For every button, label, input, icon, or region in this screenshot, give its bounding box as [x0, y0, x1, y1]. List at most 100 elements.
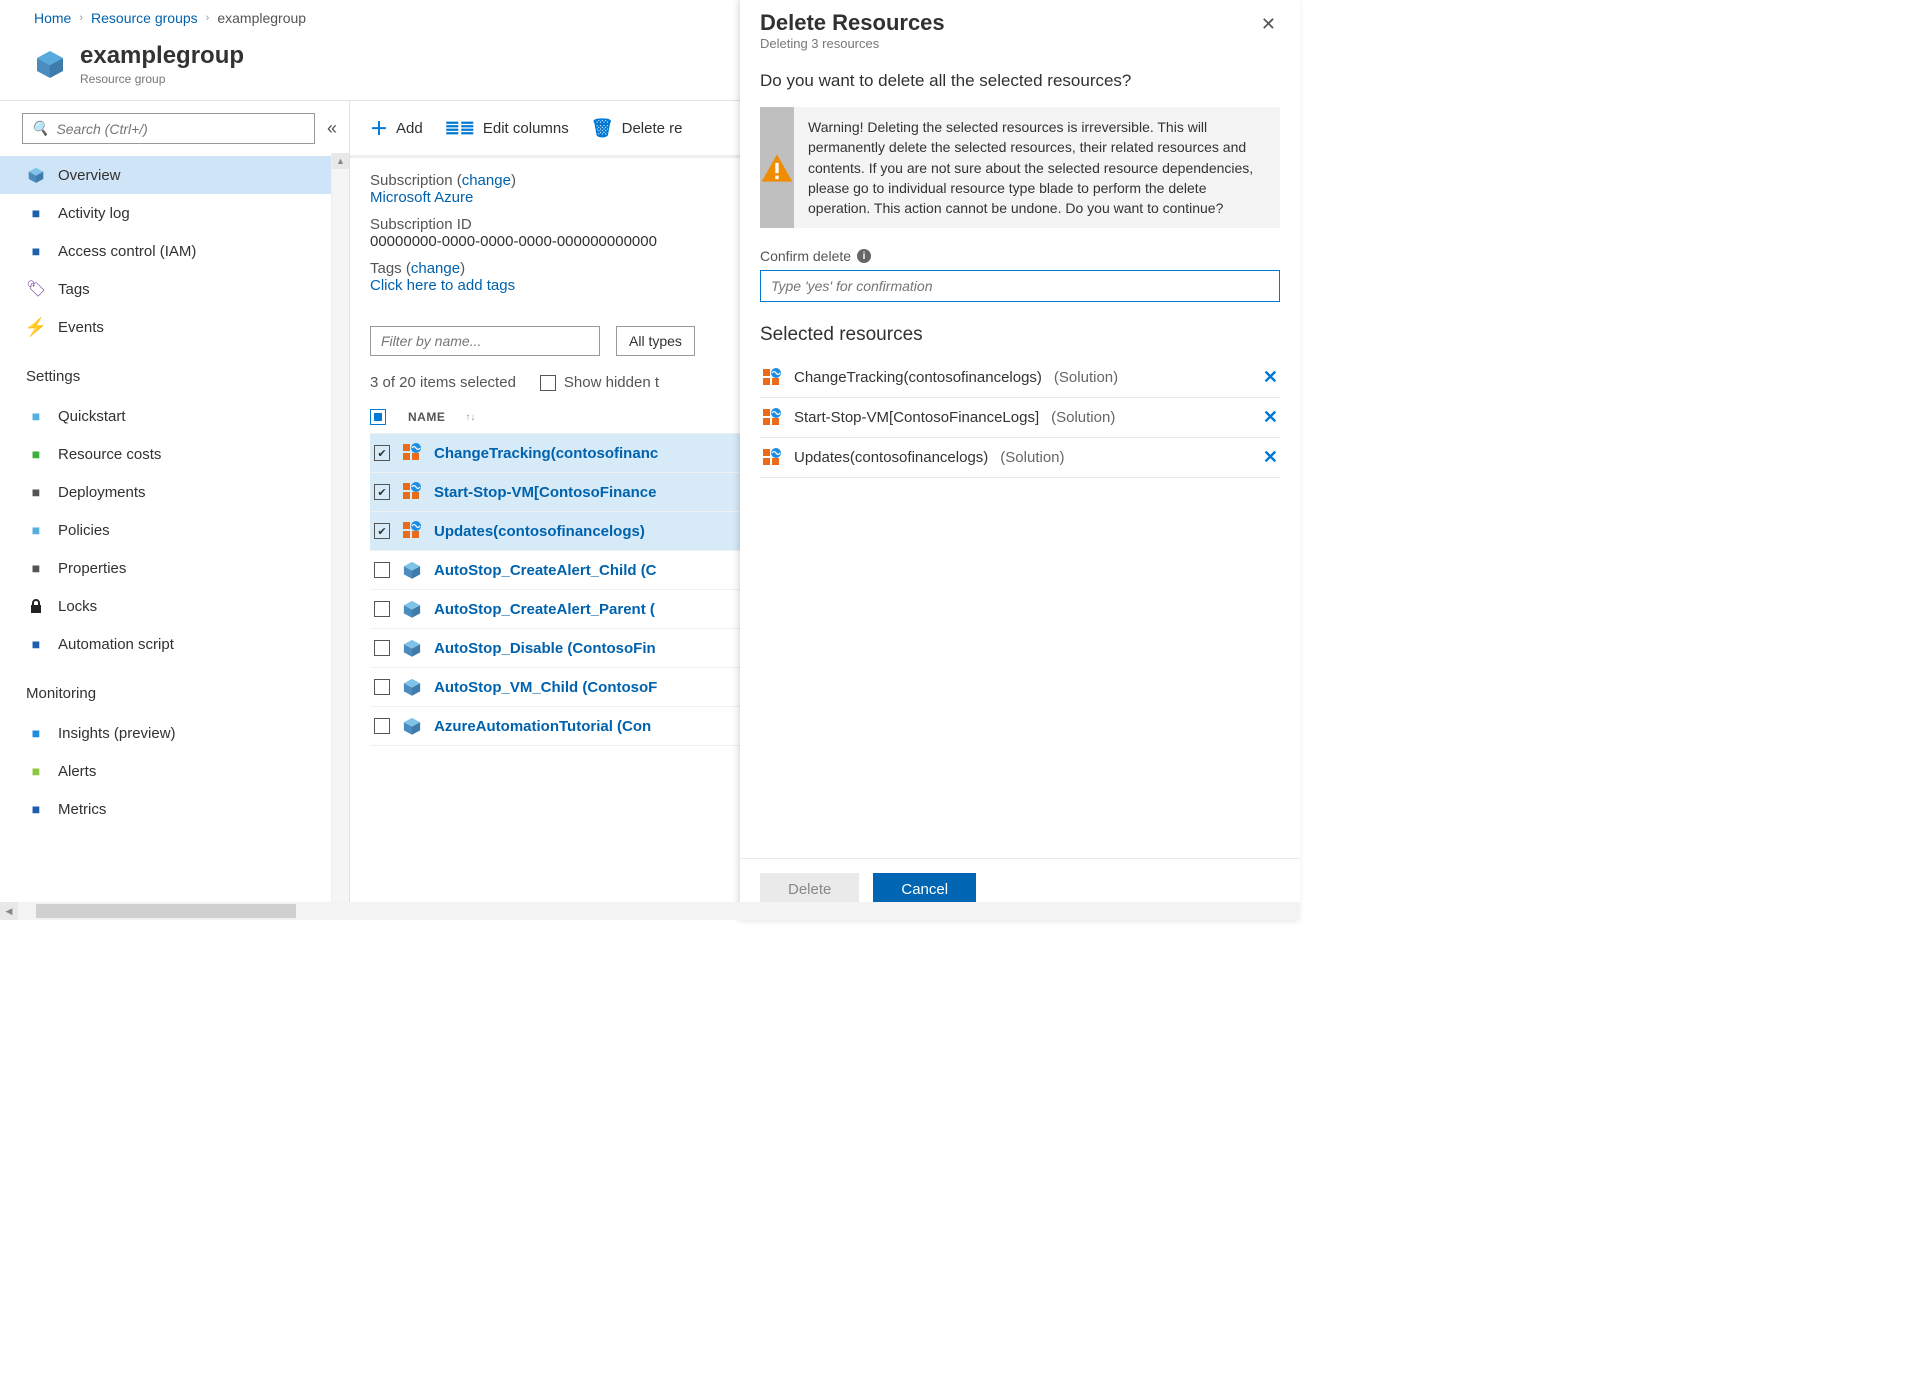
row-checkbox[interactable]	[374, 562, 390, 578]
cost-icon: ■	[26, 444, 46, 464]
iam-icon: ■	[26, 241, 46, 261]
sidebar-settings-header: Settings	[0, 350, 349, 393]
row-checkbox[interactable]	[374, 640, 390, 656]
row-checkbox[interactable]	[374, 445, 390, 461]
warning-text: Warning! Deleting the selected resources…	[794, 107, 1280, 228]
resource-type-icon	[762, 368, 782, 388]
resource-group-icon	[34, 48, 66, 80]
scroll-thumb[interactable]	[36, 904, 296, 918]
sidebar-item-metrics[interactable]: ■Metrics	[0, 790, 331, 828]
search-placeholder: Search (Ctrl+/)	[56, 121, 147, 137]
sidebar-item-label: Policies	[58, 522, 110, 539]
resource-type-icon	[762, 448, 782, 468]
sidebar-item-activity-log[interactable]: ■Activity log	[0, 194, 331, 232]
select-all-checkbox[interactable]	[370, 409, 386, 425]
sidebar-scrollbar[interactable]: ▲ ▼	[331, 153, 349, 920]
collapse-sidebar-icon[interactable]: «	[327, 118, 337, 139]
selected-resource-type: (Solution)	[1054, 369, 1118, 386]
close-panel-button[interactable]: ✕	[1257, 10, 1280, 39]
delete-resource-group-button[interactable]: 🗑Delete re	[591, 118, 683, 139]
search-input[interactable]: 🔍 Search (Ctrl+/)	[22, 113, 315, 144]
sidebar-item-properties[interactable]: ■Properties	[0, 549, 331, 587]
breadcrumb-home[interactable]: Home	[34, 10, 71, 26]
search-icon: 🔍	[31, 120, 48, 137]
scroll-left-icon[interactable]: ◀	[0, 902, 18, 920]
resource-name[interactable]: AutoStop_CreateAlert_Child (C	[434, 562, 657, 579]
log-icon: ■	[26, 203, 46, 223]
sidebar-item-deployments[interactable]: ■Deployments	[0, 473, 331, 511]
sidebar-item-alerts[interactable]: ■Alerts	[0, 752, 331, 790]
sidebar-item-label: Resource costs	[58, 446, 161, 463]
sidebar-item-label: Alerts	[58, 763, 96, 780]
sidebar-item-overview[interactable]: Overview	[0, 156, 331, 194]
resource-name[interactable]: AutoStop_VM_Child (ContosoF	[434, 679, 657, 696]
scroll-up-icon[interactable]: ▲	[332, 153, 349, 169]
resource-name[interactable]: ChangeTracking(contosofinanc	[434, 445, 658, 462]
sidebar-item-label: Metrics	[58, 801, 106, 818]
resource-type-icon	[402, 521, 422, 541]
sidebar-item-tags[interactable]: 🏷Tags	[0, 270, 331, 308]
confirm-label: Confirm delete i	[760, 248, 1280, 264]
add-button[interactable]: ＋Add	[370, 115, 423, 141]
sidebar-monitoring-header: Monitoring	[0, 667, 349, 710]
selected-resource-item: Updates(contosofinancelogs) (Solution)✕	[760, 438, 1280, 478]
resource-name[interactable]: AzureAutomationTutorial (Con	[434, 718, 651, 735]
sidebar-item-locks[interactable]: Locks	[0, 587, 331, 625]
policy-icon: ■	[26, 520, 46, 540]
remove-selected-icon[interactable]: ✕	[1263, 407, 1278, 428]
page-subtitle: Resource group	[80, 72, 244, 86]
sidebar-item-resource-costs[interactable]: ■ Resource costs	[0, 435, 331, 473]
edit-columns-button[interactable]: ≣≣Edit columns	[445, 118, 569, 139]
breadcrumb-current: examplegroup	[217, 10, 306, 26]
add-tags-link[interactable]: Click here to add tags	[370, 277, 515, 294]
resource-name[interactable]: AutoStop_CreateAlert_Parent (	[434, 601, 655, 618]
selected-resource-name: ChangeTracking(contosofinancelogs)	[794, 369, 1042, 386]
sidebar-item-events[interactable]: ⚡Events	[0, 308, 331, 346]
row-checkbox[interactable]	[374, 601, 390, 617]
show-hidden-checkbox[interactable]	[540, 375, 556, 391]
sidebar-item-quickstart[interactable]: ■Quickstart	[0, 397, 331, 435]
sidebar-item-access-control-iam-[interactable]: ■ Access control (IAM)	[0, 232, 331, 270]
name-column-header[interactable]: NAME	[408, 410, 445, 424]
warning-icon	[760, 107, 794, 228]
selection-count: 3 of 20 items selected	[370, 374, 516, 391]
confirm-input[interactable]	[760, 270, 1280, 302]
horizontal-scrollbar[interactable]: ◀	[0, 902, 1300, 920]
selected-resource-name: Start-Stop-VM[ContosoFinanceLogs]	[794, 409, 1039, 426]
resource-type-icon	[402, 638, 422, 658]
row-checkbox[interactable]	[374, 718, 390, 734]
resource-name[interactable]: Start-Stop-VM[ContosoFinance	[434, 484, 657, 501]
resource-name[interactable]: AutoStop_Disable (ContosoFin	[434, 640, 656, 657]
row-checkbox[interactable]	[374, 523, 390, 539]
type-filter[interactable]: All types	[616, 326, 695, 356]
chevron-right-icon: ›	[206, 12, 210, 24]
remove-selected-icon[interactable]: ✕	[1263, 367, 1278, 388]
row-checkbox[interactable]	[374, 679, 390, 695]
warning-box: Warning! Deleting the selected resources…	[760, 107, 1280, 228]
sidebar-item-label: Locks	[58, 598, 97, 615]
show-hidden-label: Show hidden t	[564, 374, 659, 391]
sidebar-item-automation-script[interactable]: ■Automation script	[0, 625, 331, 663]
remove-selected-icon[interactable]: ✕	[1263, 447, 1278, 468]
resource-type-icon	[402, 482, 422, 502]
sidebar-item-insights-preview-[interactable]: ■Insights (preview)	[0, 714, 331, 752]
change-subscription-link[interactable]: change	[462, 172, 511, 189]
resource-type-icon	[402, 443, 422, 463]
sidebar-item-policies[interactable]: ■ Policies	[0, 511, 331, 549]
cloud-icon: ■	[26, 406, 46, 426]
lock-icon	[26, 596, 46, 616]
sidebar-item-label: Tags	[58, 281, 90, 298]
resource-name[interactable]: Updates(contosofinancelogs)	[434, 523, 645, 540]
filter-input[interactable]: Filter by name...	[370, 326, 600, 356]
change-tags-link[interactable]: change	[411, 260, 460, 277]
info-icon[interactable]: i	[857, 249, 871, 263]
row-checkbox[interactable]	[374, 484, 390, 500]
breadcrumb-resource-groups[interactable]: Resource groups	[91, 10, 198, 26]
sidebar-item-label: Insights (preview)	[58, 725, 176, 742]
sidebar-item-label: Access control (IAM)	[58, 243, 196, 260]
plus-icon: ＋	[370, 115, 388, 141]
sort-icon[interactable]: ↑↓	[465, 412, 475, 423]
resource-type-icon	[402, 599, 422, 619]
subscription-name[interactable]: Microsoft Azure	[370, 189, 473, 206]
delete-panel: Delete Resources Deleting 3 resources ✕ …	[740, 0, 1300, 920]
